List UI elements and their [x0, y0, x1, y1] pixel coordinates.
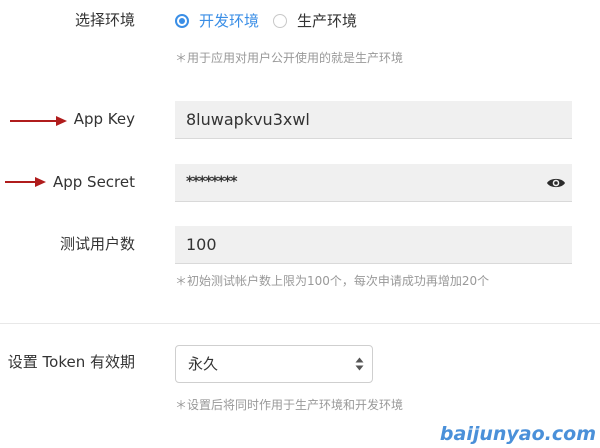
test-users-hint: ＊初始测试帐户数上限为100个，每次申请成功再增加20个 [175, 274, 490, 288]
radio-prod-label: 生产环境 [297, 12, 358, 30]
test-users-value: 100 [186, 235, 217, 254]
radio-dev-environment[interactable]: 开发环境 [175, 11, 259, 31]
app-secret-value: ******** [186, 174, 238, 190]
app-secret-label: App Secret [52, 173, 135, 191]
token-validity-select[interactable]: 永久 [175, 345, 373, 383]
watermark: baijunyao.com [439, 423, 596, 445]
environment-label: 选择环境 [74, 11, 135, 29]
app-key-label: App Key [73, 110, 135, 128]
eye-icon[interactable] [546, 176, 566, 190]
radio-dev-label: 开发环境 [199, 12, 260, 30]
radio-prod-environment[interactable]: 生产环境 [273, 11, 357, 31]
arrow-right-icon [10, 116, 67, 126]
radio-checked-icon[interactable] [175, 14, 189, 28]
test-users-label: 测试用户数 [59, 235, 135, 253]
token-validity-value: 永久 [188, 355, 219, 373]
app-key-field[interactable]: 8luwapkvu3xwl [175, 101, 572, 139]
environment-hint: ＊用于应用对用户公开使用的就是生产环境 [175, 51, 404, 65]
app-settings-form: 选择环境 开发环境 生产环境 ＊用于应用对用户公开使用的就是生产环境 App K… [0, 0, 600, 448]
environment-radio-group: 开发环境 生产环境 [175, 11, 371, 31]
token-validity-hint: ＊设置后将同时作用于生产环境和开发环境 [175, 398, 404, 412]
arrow-right-icon [5, 177, 46, 187]
test-users-field[interactable]: 100 [175, 226, 572, 264]
section-divider [0, 323, 600, 324]
select-caret-icon [355, 357, 364, 371]
app-key-value: 8luwapkvu3xwl [186, 110, 310, 129]
app-secret-field[interactable]: ******** [175, 164, 572, 202]
token-validity-label: 设置 Token 有效期 [7, 353, 135, 371]
radio-unchecked-icon[interactable] [273, 14, 288, 28]
